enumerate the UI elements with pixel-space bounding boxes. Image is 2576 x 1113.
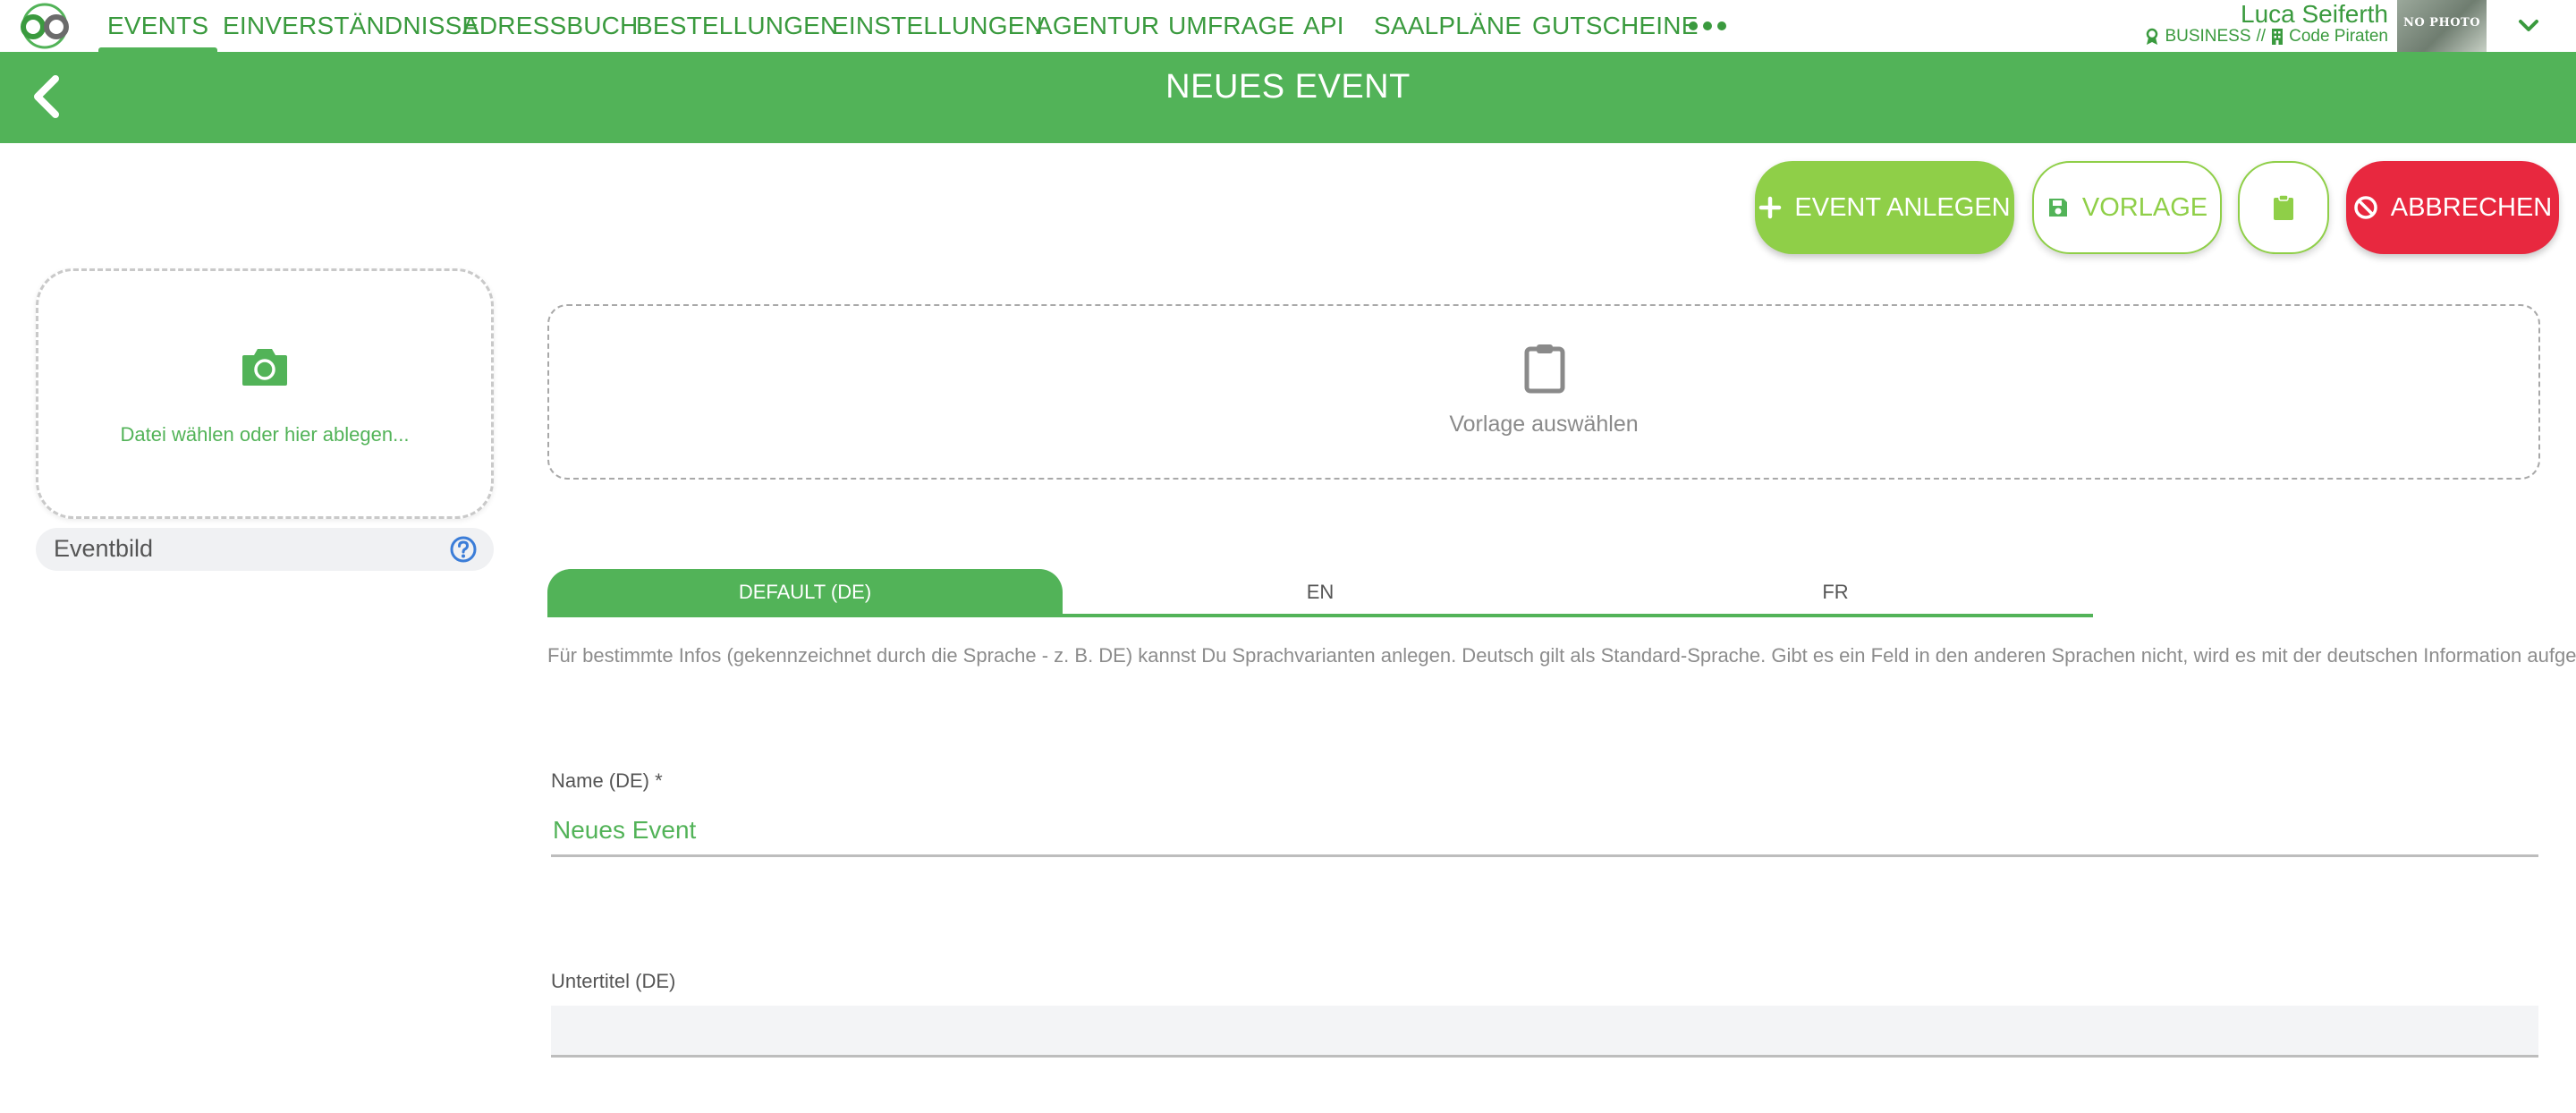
camera-icon bbox=[242, 349, 287, 386]
event-image-label: Eventbild bbox=[36, 528, 494, 571]
language-info-text: Für bestimmte Infos (gekennzeichnet durc… bbox=[547, 644, 2576, 667]
building-icon bbox=[2272, 29, 2284, 45]
nav-item-gutscheine[interactable]: GUTSCHEINE bbox=[1532, 0, 1699, 52]
top-navigation: EVENTS EINVERSTÄNDNISSE ADRESSBUCH BESTE… bbox=[0, 0, 2576, 52]
event-image-dropzone[interactable]: Datei wählen oder hier ablegen... bbox=[36, 268, 494, 519]
plus-icon bbox=[1759, 196, 1782, 219]
more-dot bbox=[1689, 21, 1698, 30]
clipboard-button[interactable] bbox=[2238, 161, 2329, 254]
user-plan: BUSINESS bbox=[2165, 27, 2251, 46]
name-field-label: Name (DE) * bbox=[551, 769, 663, 792]
nav-item-umfrage[interactable]: UMFRAGE bbox=[1168, 0, 1294, 52]
subtitle-field[interactable] bbox=[551, 1006, 2538, 1058]
nav-item-bestellungen[interactable]: BESTELLUNGEN bbox=[636, 0, 838, 52]
nav-item-saalplaene[interactable]: SAALPLÄNE bbox=[1374, 0, 1521, 52]
more-dots-icon[interactable] bbox=[1689, 13, 1726, 39]
avatar[interactable]: NO PHOTO bbox=[2397, 0, 2487, 52]
chevron-down-icon[interactable] bbox=[2515, 13, 2542, 39]
event-image-label-text: Eventbild bbox=[54, 535, 154, 562]
nav-item-einstellungen[interactable]: EINSTELLUNGEN bbox=[832, 0, 1043, 52]
name-field[interactable] bbox=[551, 805, 2538, 857]
nav-item-adressbuch[interactable]: ADRESSBUCH bbox=[462, 0, 638, 52]
save-icon bbox=[2048, 199, 2067, 217]
user-account-info: BUSINESS // Code Piraten bbox=[2145, 27, 2388, 47]
tab-fr[interactable]: FR bbox=[1578, 569, 2093, 617]
language-tabs: DEFAULT (DE) EN FR bbox=[547, 569, 2093, 617]
clipboard-icon bbox=[1524, 344, 1565, 394]
app-logo-icon[interactable] bbox=[9, 3, 80, 49]
create-event-button[interactable]: EVENT ANLEGEN bbox=[1755, 161, 2014, 254]
template-select-dropzone[interactable]: Vorlage auswählen bbox=[547, 304, 2540, 480]
clipboard-icon bbox=[2274, 194, 2293, 220]
user-separator: // bbox=[2256, 27, 2267, 46]
cancel-label: ABBRECHEN bbox=[2390, 192, 2553, 222]
nav-item-events[interactable]: EVENTS bbox=[97, 0, 218, 52]
subtitle-field-label: Untertitel (DE) bbox=[551, 970, 676, 992]
tab-default-de[interactable]: DEFAULT (DE) bbox=[547, 569, 1063, 617]
help-icon[interactable] bbox=[449, 535, 478, 564]
cancel-button[interactable]: ABBRECHEN bbox=[2346, 161, 2559, 254]
more-dot bbox=[1703, 21, 1712, 30]
save-template-button[interactable]: VORLAGE bbox=[2032, 161, 2222, 254]
page-header: NEUES EVENT bbox=[0, 52, 2576, 143]
user-company: Code Piraten bbox=[2289, 27, 2388, 46]
tab-en[interactable]: EN bbox=[1063, 569, 1578, 617]
save-template-label: VORLAGE bbox=[2081, 192, 2208, 222]
template-select-text: Vorlage auswählen bbox=[1449, 412, 1639, 437]
page-title: NEUES EVENT bbox=[1165, 68, 1411, 106]
avatar-placeholder-text: NO PHOTO bbox=[2402, 16, 2481, 30]
user-name[interactable]: Luca Seiferth bbox=[2241, 0, 2388, 29]
nav-item-einverstaendnisse[interactable]: EINVERSTÄNDNISSE bbox=[223, 0, 479, 52]
ban-icon bbox=[2354, 196, 2377, 219]
nav-item-api[interactable]: API bbox=[1303, 0, 1344, 52]
nav-item-agentur[interactable]: AGENTUR bbox=[1036, 0, 1159, 52]
create-event-label: EVENT ANLEGEN bbox=[1794, 192, 2011, 222]
award-icon bbox=[2147, 28, 2158, 45]
more-dot bbox=[1717, 21, 1726, 30]
image-drop-text: Datei wählen oder hier ablegen... bbox=[120, 423, 410, 446]
